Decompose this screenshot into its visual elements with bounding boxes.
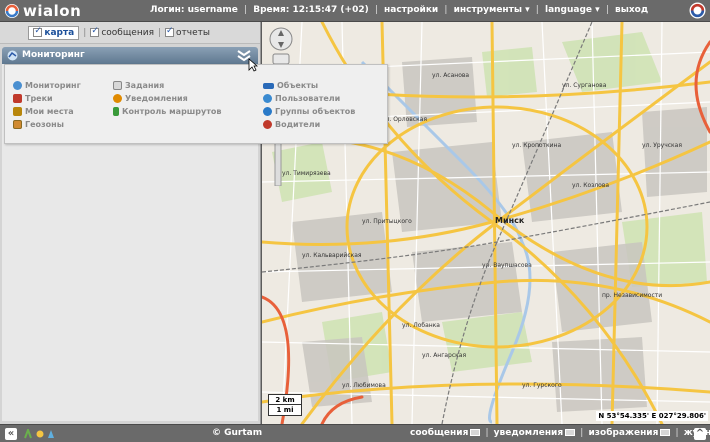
tracks-icon: [13, 94, 22, 103]
menu-item-notifications[interactable]: Уведомления: [113, 92, 221, 105]
navigation-menu: Мониторинг Треки Мои места Геозоны Задан…: [4, 64, 388, 144]
notifications-icon: [113, 94, 122, 103]
map-scale: 2 km 1 mi: [268, 394, 302, 416]
top-bar: wialon Логин: username | Время: 12:15:47…: [0, 0, 710, 22]
map-street-label: ул. Ваупшасова: [482, 262, 532, 269]
menu-item-drivers[interactable]: Водители: [263, 118, 355, 131]
map-coordinates: N 53°54.335' E 027°29.806': [596, 411, 708, 421]
menu-item-unit-groups[interactable]: Группы объектов: [263, 105, 355, 118]
map-street-label: ул. Ангарская: [422, 352, 467, 359]
login-label: Логин:: [150, 5, 185, 15]
scale-km: 2 km: [269, 395, 301, 405]
geofences-icon: [13, 120, 22, 129]
tools-menu[interactable]: инструменты ▾: [454, 5, 530, 15]
time-label: Время:: [253, 5, 290, 15]
logo: wialon: [4, 2, 81, 20]
logo-text: wialon: [23, 2, 82, 20]
menu-column-tasks: Задания Уведомления Контроль маршрутов: [113, 79, 221, 118]
tasks-icon: [113, 81, 122, 90]
unit-groups-icon: [263, 107, 272, 116]
wialon-logo-icon: [5, 4, 19, 18]
map-street-label: ул. Любимова: [342, 382, 386, 389]
map-street-label: пр. Независимости: [602, 292, 663, 299]
routes-icon: [113, 107, 119, 116]
language-menu[interactable]: language ▾: [545, 5, 600, 15]
menu-item-monitoring[interactable]: Мониторинг: [13, 79, 81, 92]
menu-item-places[interactable]: Мои места: [13, 105, 81, 118]
map-street-label: ул. Орловская: [382, 116, 427, 123]
menu-item-geofences[interactable]: Геозоны: [13, 118, 81, 131]
alert-status-icon: [36, 430, 44, 438]
menu-item-units[interactable]: Объекты: [263, 79, 355, 92]
username: username: [187, 5, 238, 15]
connection-status-icon: [24, 429, 32, 439]
mouse-cursor-icon: [248, 58, 258, 72]
checkbox-icon: [165, 26, 175, 37]
map-city-label: Минск: [495, 216, 525, 225]
map-street-label: ул. Гурского: [522, 382, 562, 389]
map-street-label: ул. Асанова: [432, 72, 470, 79]
messages-link[interactable]: сообщения: [410, 428, 468, 438]
map-street-label: ул. Кропоткина: [512, 142, 562, 149]
messages-icon: [470, 429, 481, 436]
time-value: 12:15:47 (+02): [292, 5, 369, 15]
gurtam-icon[interactable]: [689, 2, 706, 19]
map-street-label: ул. Уручская: [642, 142, 682, 149]
settings-link[interactable]: настройки: [384, 5, 438, 15]
menu-item-tracks[interactable]: Треки: [13, 92, 81, 105]
monitoring-icon: [7, 50, 18, 61]
panel-header[interactable]: Мониторинг: [2, 47, 258, 64]
panel-title: Мониторинг: [22, 50, 85, 60]
collapse-left-panel-button[interactable]: «: [5, 428, 17, 440]
places-icon: [13, 107, 22, 116]
expand-bottom-button[interactable]: ^: [694, 428, 706, 440]
drivers-icon: [263, 120, 272, 129]
tab-messages[interactable]: сообщения: [90, 26, 154, 38]
notifications-icon: [565, 429, 576, 436]
signal-status-icon: [48, 430, 54, 438]
menu-item-users[interactable]: Пользователи: [263, 92, 355, 105]
menu-column-monitoring: Мониторинг Треки Мои места Геозоны: [13, 79, 81, 131]
map-street-label: ул. Лобанка: [402, 322, 440, 329]
copyright: © Gurtam: [212, 428, 263, 438]
bottom-bar: « © Gurtam сообщения | уведомления | изо…: [0, 424, 710, 442]
top-menu: Логин: username | Время: 12:15:47 (+02) …: [150, 5, 649, 15]
menu-item-tasks[interactable]: Задания: [113, 79, 221, 92]
images-icon: [660, 429, 671, 436]
scale-mi: 1 mi: [276, 406, 294, 414]
map-street-label: ул. Сурганова: [562, 82, 607, 89]
map-street-label: ул. Притыцкого: [362, 218, 412, 225]
menu-item-routes[interactable]: Контроль маршрутов: [113, 105, 221, 118]
checkbox-icon: [33, 26, 43, 37]
exit-link[interactable]: выход: [615, 5, 648, 15]
units-icon: [263, 82, 274, 89]
users-icon: [263, 94, 272, 103]
map-street-label: ул. Козлова: [572, 182, 610, 189]
menu-column-units: Объекты Пользователи Группы объектов Вод…: [263, 79, 355, 131]
tab-reports[interactable]: отчеты: [165, 26, 210, 38]
notifications-link[interactable]: уведомления: [494, 428, 563, 438]
monitoring-icon: [13, 81, 22, 90]
map-street-label: ул. Кальварийская: [302, 252, 362, 259]
checkbox-icon: [90, 26, 100, 37]
bottom-links: сообщения | уведомления | изображения | …: [410, 428, 710, 438]
map-street-label: ул. Тимирязева: [282, 170, 331, 177]
images-link[interactable]: изображения: [588, 428, 658, 438]
tab-map[interactable]: карта: [28, 25, 80, 40]
view-tabs: карта | сообщения | отчеты: [0, 22, 260, 44]
